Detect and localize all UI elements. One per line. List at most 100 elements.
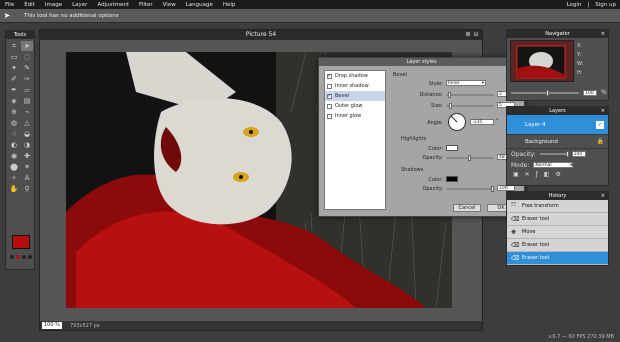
- menu-item-file[interactable]: File: [0, 2, 19, 8]
- shadow-color-swatch[interactable]: [446, 176, 458, 182]
- menu-item-adjustment[interactable]: Adjustment: [92, 2, 134, 8]
- lasso-tool-icon[interactable]: ◌: [21, 52, 33, 62]
- zoom-input[interactable]: 100: [583, 89, 597, 96]
- hand-tool-icon[interactable]: ✋: [8, 184, 20, 194]
- history-item[interactable]: ⌫ Eraser tool: [507, 252, 608, 265]
- clone-tool-icon[interactable]: ⊕: [8, 107, 20, 117]
- effect-item[interactable]: Inner shadow: [325, 81, 385, 91]
- layer-styles-icon[interactable]: ƒ: [536, 171, 538, 178]
- layer-opacity-input[interactable]: 100: [571, 151, 586, 157]
- effect-item[interactable]: ✓ Bevel: [325, 91, 385, 101]
- check-icon[interactable]: ✓: [596, 120, 604, 129]
- magic-wand-tool-icon[interactable]: ✦: [8, 63, 20, 73]
- slider-thumb[interactable]: [491, 186, 494, 192]
- history-item[interactable]: ⌫ Eraser tool: [507, 213, 608, 226]
- blur-tool-icon[interactable]: ◍: [8, 118, 20, 128]
- mode-row: Mode: Normal ▾: [507, 159, 608, 171]
- effect-checkbox[interactable]: [327, 83, 332, 89]
- size-slider[interactable]: [446, 103, 494, 109]
- smudge-tool-icon[interactable]: ☝: [8, 129, 20, 139]
- delete-layer-icon[interactable]: ✕: [525, 171, 530, 178]
- angle-label: Angle:: [427, 120, 443, 126]
- menu-item-edit[interactable]: Edit: [19, 2, 40, 8]
- angle-dial[interactable]: [447, 112, 467, 132]
- dot-icon[interactable]: [10, 255, 14, 259]
- menu-item-filter[interactable]: Filter: [134, 2, 158, 8]
- slider-thumb[interactable]: [448, 92, 451, 98]
- shadow-opacity-slider[interactable]: [446, 186, 494, 192]
- pencil-tool-icon[interactable]: ✎: [21, 63, 33, 73]
- gradient-tool-icon[interactable]: ▤: [21, 96, 33, 106]
- cancel-button[interactable]: Cancel: [453, 204, 481, 212]
- type-tool-icon[interactable]: A: [21, 173, 33, 183]
- layer-settings-icon[interactable]: ⚙: [556, 171, 561, 178]
- tool-options-text: This tool has no additional options: [24, 12, 119, 19]
- zoom-input[interactable]: 100 %: [42, 322, 62, 329]
- layer-row[interactable]: Background 🔒: [507, 135, 608, 149]
- mask-icon[interactable]: ◧: [544, 171, 550, 178]
- angle-input[interactable]: -135: [470, 119, 494, 125]
- close-icon[interactable]: ×: [601, 30, 605, 38]
- sharpen-tool-icon[interactable]: △: [21, 118, 33, 128]
- dot-icon[interactable]: [22, 255, 26, 259]
- pinch-tool-icon[interactable]: ✶: [21, 162, 33, 172]
- brush-tool-icon[interactable]: ✐: [8, 74, 20, 84]
- dot-icon[interactable]: [28, 255, 32, 259]
- effect-item[interactable]: ✓ Drop shadow: [325, 71, 385, 81]
- close-icon[interactable]: ×: [601, 107, 605, 115]
- navigator-thumbnail[interactable]: [510, 40, 574, 82]
- menu-item-layer[interactable]: Layer: [67, 2, 92, 8]
- history-item[interactable]: ✥ Move: [507, 226, 608, 239]
- bucket-tool-icon[interactable]: ◈: [8, 96, 20, 106]
- marquee-tool-icon[interactable]: ▭: [8, 52, 20, 62]
- slider-thumb[interactable]: [449, 103, 452, 109]
- color-replace-tool-icon[interactable]: ✑: [21, 74, 33, 84]
- blend-mode-select[interactable]: Normal ▾: [533, 162, 574, 168]
- login-link[interactable]: Login: [567, 2, 582, 8]
- drawing-tool-icon[interactable]: ✒: [8, 85, 20, 95]
- effect-item[interactable]: Inner glow: [325, 111, 385, 121]
- slider-thumb[interactable]: [546, 89, 549, 96]
- menu-item-language[interactable]: Language: [181, 2, 218, 8]
- crop-tool-icon[interactable]: ⌗: [8, 41, 20, 51]
- style-select[interactable]: Inner ▾: [446, 80, 486, 86]
- sponge-tool-icon[interactable]: ◒: [21, 129, 33, 139]
- effect-checkbox[interactable]: [327, 113, 332, 119]
- menu-item-image[interactable]: Image: [40, 2, 67, 8]
- layer-opacity-slider[interactable]: [539, 151, 569, 157]
- burn-tool-icon[interactable]: ◑: [21, 140, 33, 150]
- history-item[interactable]: ⌫ Eraser tool: [507, 239, 608, 252]
- zoom-slider[interactable]: [511, 89, 579, 96]
- color-picker-tool-icon[interactable]: ⌁: [21, 107, 33, 117]
- bloat-tool-icon[interactable]: ⬤: [8, 162, 20, 172]
- effect-checkbox[interactable]: ✓: [327, 93, 332, 99]
- primary-color-swatch[interactable]: [12, 235, 30, 249]
- eraser-tool-icon[interactable]: ▱: [21, 85, 33, 95]
- highlight-opacity-slider[interactable]: [446, 155, 494, 161]
- layer-styles-dialog: Layer styles × ✓Drop shadowInner shadow✓…: [318, 57, 525, 217]
- wand-tool-icon[interactable]: ✧: [8, 173, 20, 183]
- history-item[interactable]: ⤧ Free transform: [507, 200, 608, 213]
- close-icon[interactable]: ×: [601, 192, 605, 200]
- slider-thumb[interactable]: [468, 155, 472, 161]
- effect-checkbox[interactable]: ✓: [327, 73, 332, 79]
- maximize-icon[interactable]: [465, 31, 471, 37]
- navigator-coordinates: X: Y: W: H:: [577, 42, 583, 78]
- distance-slider[interactable]: [446, 92, 494, 98]
- slider-thumb[interactable]: [565, 151, 569, 157]
- effect-checkbox[interactable]: [327, 103, 332, 109]
- dodge-tool-icon[interactable]: ◐: [8, 140, 20, 150]
- new-layer-icon[interactable]: ▣: [513, 171, 519, 178]
- dot-icon[interactable]: [16, 255, 20, 259]
- highlight-color-swatch[interactable]: [446, 145, 458, 151]
- close-icon[interactable]: ×: [473, 31, 479, 37]
- menu-item-help[interactable]: Help: [218, 2, 241, 8]
- signup-link[interactable]: Sign up: [595, 2, 616, 8]
- layer-row[interactable]: Layer 4 ✓: [507, 115, 608, 135]
- move-tool-icon[interactable]: ➤: [21, 41, 33, 51]
- effect-item[interactable]: Outer glow: [325, 101, 385, 111]
- red-eye-tool-icon[interactable]: ◉: [8, 151, 20, 161]
- menu-item-view[interactable]: View: [158, 2, 181, 8]
- spot-heal-tool-icon[interactable]: ✚: [21, 151, 33, 161]
- zoom-tool-icon[interactable]: ⚲: [21, 184, 33, 194]
